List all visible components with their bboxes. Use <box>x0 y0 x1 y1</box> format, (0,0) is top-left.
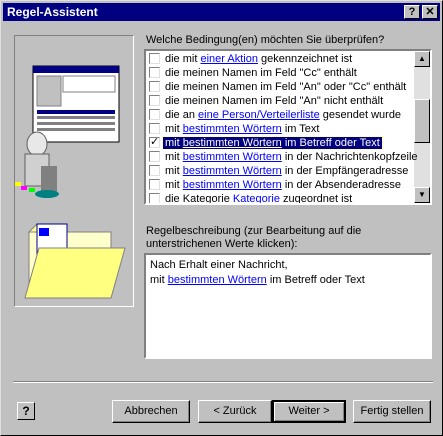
condition-link[interactable]: einer Aktion <box>200 53 257 65</box>
close-button[interactable]: ✕ <box>422 5 438 19</box>
condition-link[interactable]: Kategorie <box>233 193 280 203</box>
condition-text: zugeordnet ist <box>279 193 353 205</box>
condition-checkbox[interactable] <box>149 123 160 134</box>
condition-item[interactable]: mit bestimmten Wörtern in der Empfängera… <box>148 164 414 179</box>
condition-link[interactable]: bestimmten Wörtern <box>183 151 282 163</box>
condition-checkbox[interactable] <box>149 109 160 120</box>
condition-text: mit <box>165 137 183 149</box>
condition-label: mit bestimmten Wörtern in der Absenderad… <box>165 179 401 191</box>
condition-text: im Text <box>281 123 320 135</box>
condition-text: die Kategorie <box>165 193 233 205</box>
description-label-line2: unterstrichenen Werte klicken): <box>146 238 298 250</box>
condition-label: die meinen Namen im Feld "An" oder "Cc" … <box>165 81 406 93</box>
wizard-illustration <box>14 35 134 307</box>
condition-link[interactable]: bestimmten Wörtern <box>183 137 282 149</box>
condition-list-scrollbar[interactable]: ▲ ▼ <box>414 51 430 203</box>
condition-checkbox[interactable] <box>149 67 160 78</box>
condition-list[interactable]: ▲ ▼ die mit einer Aktion gekennzeichnet … <box>144 49 432 205</box>
condition-item[interactable]: die an eine Person/Verteilerliste gesend… <box>148 108 414 123</box>
condition-link[interactable]: eine Person/Verteilerliste <box>198 109 320 121</box>
scroll-down-button[interactable]: ▼ <box>414 187 430 203</box>
description-line2-suffix: im Betreff oder Text <box>266 274 365 286</box>
title-bar: Regel-Assistent ? ✕ <box>3 3 440 21</box>
rules-wizard-window: Regel-Assistent ? ✕ Welche Bedingung(en)… <box>0 0 443 436</box>
condition-text: gekennzeichnet ist <box>257 53 353 65</box>
next-button[interactable]: Weiter > <box>272 400 346 423</box>
condition-label: mit bestimmten Wörtern in der Empfängera… <box>165 165 408 177</box>
condition-text: die meinen Namen im Feld "An" oder "Cc" … <box>165 81 407 93</box>
condition-checkbox[interactable] <box>149 179 160 190</box>
condition-item[interactable]: mit bestimmten Wörtern in der Absenderad… <box>148 178 414 193</box>
condition-checkbox[interactable]: ✓ <box>149 137 160 148</box>
condition-checkbox[interactable] <box>149 151 160 162</box>
scroll-up-button[interactable]: ▲ <box>414 51 430 67</box>
condition-label: die Kategorie Kategorie zugeordnet ist <box>165 193 353 205</box>
description-label-line1: Regelbeschreibung (zur Bearbeitung auf d… <box>146 225 362 237</box>
description-line2-prefix: mit <box>150 274 168 286</box>
condition-label: die an eine Person/Verteilerliste gesend… <box>165 109 401 121</box>
help-button[interactable]: ? <box>17 402 35 420</box>
condition-text: mit <box>165 179 183 191</box>
description-line2: mit bestimmten Wörtern im Betreff oder T… <box>150 274 365 286</box>
condition-link[interactable]: bestimmten Wörtern <box>183 179 282 191</box>
rule-description-box: Nach Erhalt einer Nachricht, mit bestimm… <box>144 253 432 359</box>
condition-text: mit <box>165 165 183 177</box>
condition-checkbox[interactable] <box>149 53 160 64</box>
description-line1: Nach Erhalt einer Nachricht, <box>150 259 288 271</box>
window-title: Regel-Assistent <box>7 5 98 19</box>
condition-prompt: Welche Bedingung(en) möchten Sie überprü… <box>146 34 385 46</box>
finish-button[interactable]: Fertig stellen <box>353 400 431 423</box>
condition-text: die meinen Namen im Feld "An" nicht enth… <box>165 95 384 107</box>
condition-checkbox[interactable] <box>149 193 160 203</box>
scroll-thumb[interactable] <box>414 99 430 143</box>
button-separator <box>13 381 433 383</box>
condition-item[interactable]: ✓ mit bestimmten Wörtern im Betreff oder … <box>148 136 414 151</box>
condition-link[interactable]: bestimmten Wörtern <box>183 123 282 135</box>
condition-link[interactable]: bestimmten Wörtern <box>183 165 282 177</box>
condition-text: in der Empfängeradresse <box>281 165 409 177</box>
rules-illustration-graphic <box>15 65 126 299</box>
condition-checkbox[interactable] <box>149 95 160 106</box>
condition-label: die mit einer Aktion gekennzeichnet ist <box>165 53 352 65</box>
condition-text: die meinen Namen im Feld "Cc" enthält <box>165 67 357 79</box>
condition-text: mit <box>165 123 183 135</box>
condition-text: die mit <box>165 53 201 65</box>
condition-label: die meinen Namen im Feld "Cc" enthält <box>165 67 357 79</box>
condition-item[interactable]: die mit einer Aktion gekennzeichnet ist <box>148 52 414 67</box>
condition-label: die meinen Namen im Feld "An" nicht enth… <box>165 95 383 107</box>
condition-checkbox[interactable] <box>149 81 160 92</box>
condition-item[interactable]: die meinen Namen im Feld "An" oder "Cc" … <box>148 80 414 95</box>
condition-text: gesendet wurde <box>319 109 402 121</box>
back-button[interactable]: < Zurück <box>198 400 272 423</box>
condition-label: mit bestimmten Wörtern im Text <box>165 123 319 135</box>
condition-item[interactable]: die meinen Namen im Feld "An" nicht enth… <box>148 94 414 109</box>
condition-text: mit <box>165 151 183 163</box>
condition-label: mit bestimmten Wörtern im Betreff oder T… <box>162 136 383 150</box>
condition-label: mit bestimmten Wörtern in der Nachrichte… <box>165 151 418 163</box>
condition-text: in der Absenderadresse <box>281 179 402 191</box>
condition-item[interactable]: mit bestimmten Wörtern im Text <box>148 122 414 137</box>
description-words-link[interactable]: bestimmten Wörtern <box>168 274 267 286</box>
condition-item[interactable]: die meinen Namen im Feld "Cc" enthält <box>148 66 414 81</box>
condition-item[interactable]: die Kategorie Kategorie zugeordnet ist <box>148 192 414 205</box>
condition-text: die an <box>165 109 199 121</box>
condition-checkbox[interactable] <box>149 165 160 176</box>
condition-item[interactable]: mit bestimmten Wörtern in der Nachrichte… <box>148 150 418 165</box>
condition-text: in der Nachrichtenkopfzeile <box>281 151 418 163</box>
title-help-button[interactable]: ? <box>404 5 420 19</box>
cancel-button[interactable]: Abbrechen <box>112 400 190 423</box>
condition-text: im Betreff oder Text <box>281 137 380 149</box>
